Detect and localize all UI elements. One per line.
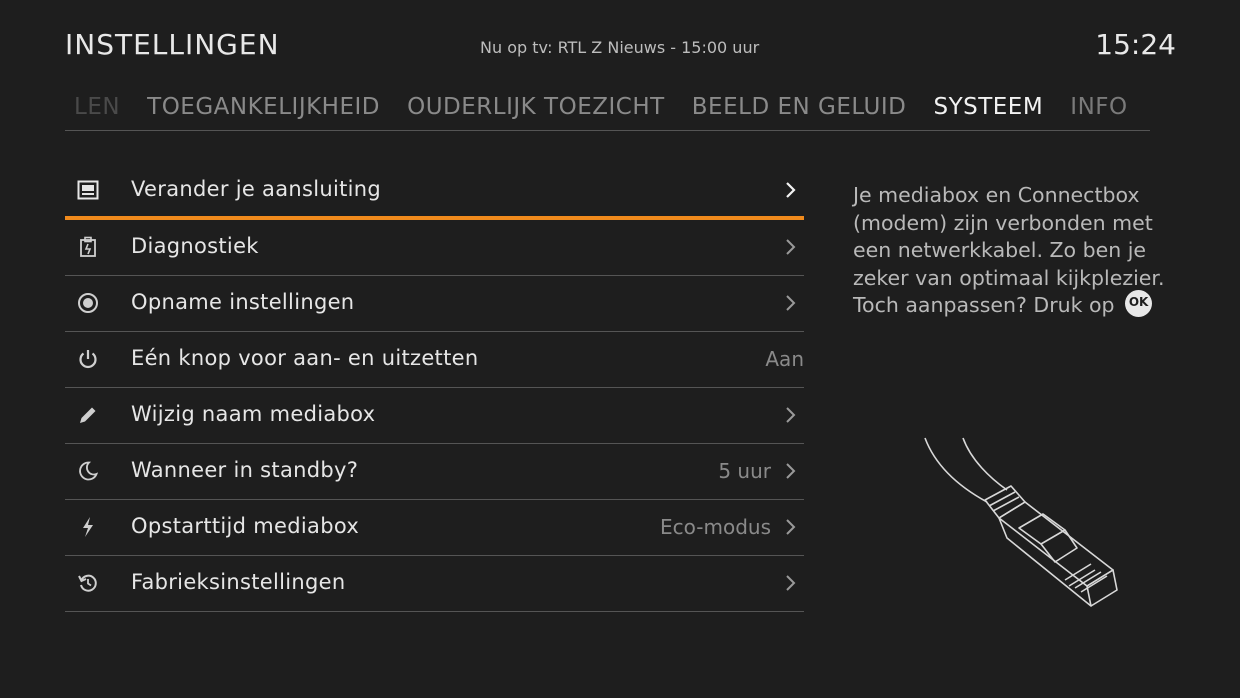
- tab-toegankelijkheid[interactable]: TOEGANKELIJKHEID: [147, 94, 380, 120]
- chevron-right-icon: [780, 461, 800, 481]
- settings-tabs: LEN TOEGANKELIJKHEID OUDERLIJK TOEZICHT …: [65, 94, 1150, 131]
- menu-item-een-knop[interactable]: Eén knop voor aan- en uitzetten Aan: [65, 332, 804, 388]
- power-icon: [77, 348, 99, 370]
- menu-item-standby[interactable]: Wanneer in standby? 5 uur: [65, 444, 804, 500]
- menu-item-verander-aansluiting[interactable]: Verander je aansluiting: [65, 163, 804, 220]
- menu-item-value: 5 uur: [718, 459, 771, 483]
- menu-item-label: Diagnostiek: [131, 234, 259, 258]
- menu-item-label: Opname instellingen: [131, 290, 355, 314]
- page-title: INSTELLINGEN: [65, 28, 280, 61]
- chevron-right-icon: [780, 405, 800, 425]
- description-text: Je mediabox en Connectbox (modem) zijn v…: [853, 183, 1165, 317]
- description-panel: Je mediabox en Connectbox (modem) zijn v…: [853, 182, 1183, 320]
- chevron-right-icon: [780, 237, 800, 257]
- menu-item-label: Verander je aansluiting: [131, 177, 382, 201]
- menu-item-fabrieksinstellingen[interactable]: Fabrieksinstellingen: [65, 556, 804, 612]
- network-cable-illustration: [924, 437, 1118, 607]
- tab-beeld-en-geluid[interactable]: BEELD EN GELUID: [692, 94, 907, 120]
- menu-item-value: Eco-modus: [660, 515, 771, 539]
- tab-ouderlijk-toezicht[interactable]: OUDERLIJK TOEZICHT: [407, 94, 665, 120]
- clock: 15:24: [1095, 28, 1176, 61]
- chevron-right-icon: [780, 573, 800, 593]
- menu-item-label: Eén knop voor aan- en uitzetten: [131, 346, 479, 370]
- tab-info[interactable]: INFO: [1070, 94, 1127, 120]
- menu-item-opstarttijd[interactable]: Opstarttijd mediabox Eco-modus: [65, 500, 804, 556]
- menu-item-label: Wijzig naam mediabox: [131, 402, 376, 426]
- menu-item-label: Wanneer in standby?: [131, 458, 359, 482]
- chevron-right-icon: [780, 517, 800, 537]
- record-icon: [77, 292, 99, 314]
- tab-systeem[interactable]: SYSTEEM: [933, 94, 1043, 120]
- menu-item-value: Aan: [765, 347, 804, 371]
- now-playing-text: Nu op tv: RTL Z Nieuws - 15:00 uur: [480, 38, 760, 57]
- menu-item-wijzig-naam[interactable]: Wijzig naam mediabox: [65, 388, 804, 444]
- ok-button-icon: OK: [1125, 289, 1153, 317]
- reset-icon: [77, 572, 99, 594]
- menu-item-label: Opstarttijd mediabox: [131, 514, 360, 538]
- menu-item-diagnostiek[interactable]: Diagnostiek: [65, 220, 804, 276]
- pencil-icon: [77, 404, 99, 426]
- moon-icon: [77, 460, 99, 482]
- tab-partial[interactable]: LEN: [74, 94, 120, 120]
- menu-item-opname-instellingen[interactable]: Opname instellingen: [65, 276, 804, 332]
- lightning-icon: [77, 516, 99, 538]
- menu-item-label: Fabrieksinstellingen: [131, 570, 346, 594]
- chevron-right-icon: [780, 293, 800, 313]
- chevron-right-icon: [780, 180, 800, 200]
- diagnostics-icon: [77, 236, 99, 258]
- connection-icon: [77, 179, 99, 201]
- settings-menu: Verander je aansluiting Diagnostiek Opna…: [65, 163, 804, 612]
